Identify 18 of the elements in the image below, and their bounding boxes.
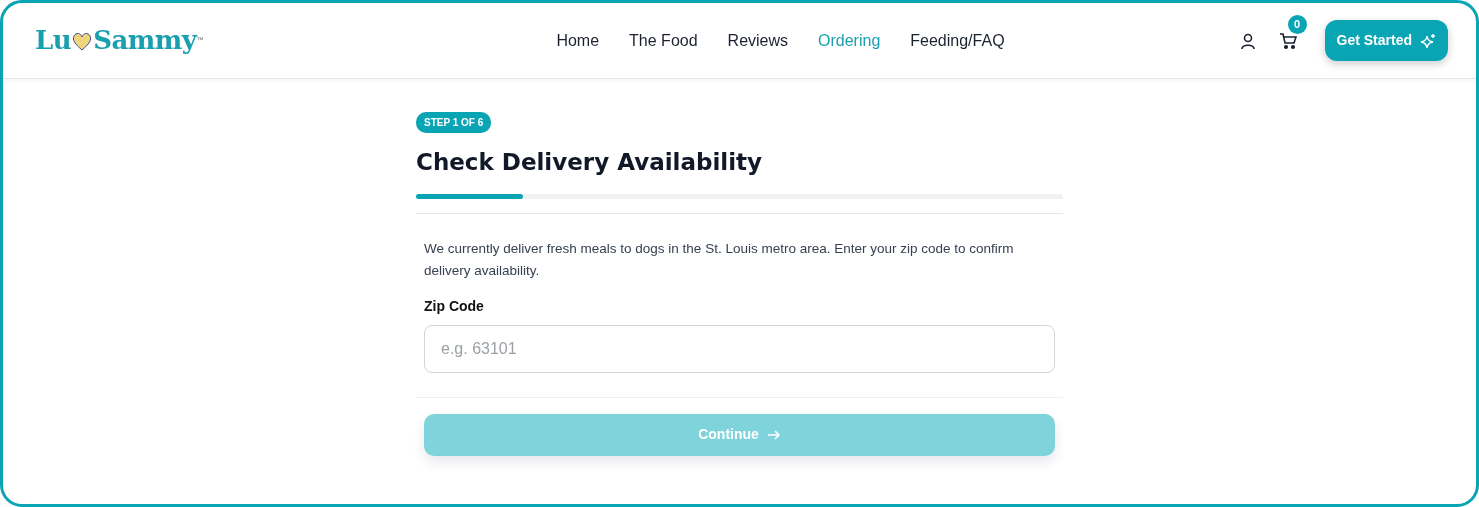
cart-count-badge: 0 <box>1287 14 1307 34</box>
arrow-right-icon <box>766 427 781 442</box>
logo-text[interactable]: Lu <box>35 21 72 60</box>
field-label: Zip Code <box>424 296 485 316</box>
nav-link[interactable]: Feeding/FAQ <box>895 28 1020 53</box>
intro-text: We currently deliver fresh meals to dogs in the St. Louis metro area. Enter your zip code to confirm delivery availability. <box>424 239 1015 280</box>
logo-text[interactable]: Sammy <box>93 21 197 60</box>
zip-code-field[interactable]: e.g. 63101 <box>424 324 1055 373</box>
user-icon[interactable] <box>1238 31 1257 50</box>
sparkle-icon <box>1420 32 1436 49</box>
get-started-button[interactable]: Get Started <box>1324 20 1448 61</box>
nav-link[interactable]: Reviews <box>712 28 804 53</box>
step-badge: STEP 1 OF 6 <box>416 112 492 133</box>
nav-link[interactable]: The Food <box>614 28 713 53</box>
nav-link[interactable]: Home <box>541 28 615 53</box>
cart-icon[interactable] <box>1278 32 1297 51</box>
page-title: Check Delivery Availability <box>416 148 764 177</box>
nav-link[interactable]: Ordering <box>803 28 896 53</box>
